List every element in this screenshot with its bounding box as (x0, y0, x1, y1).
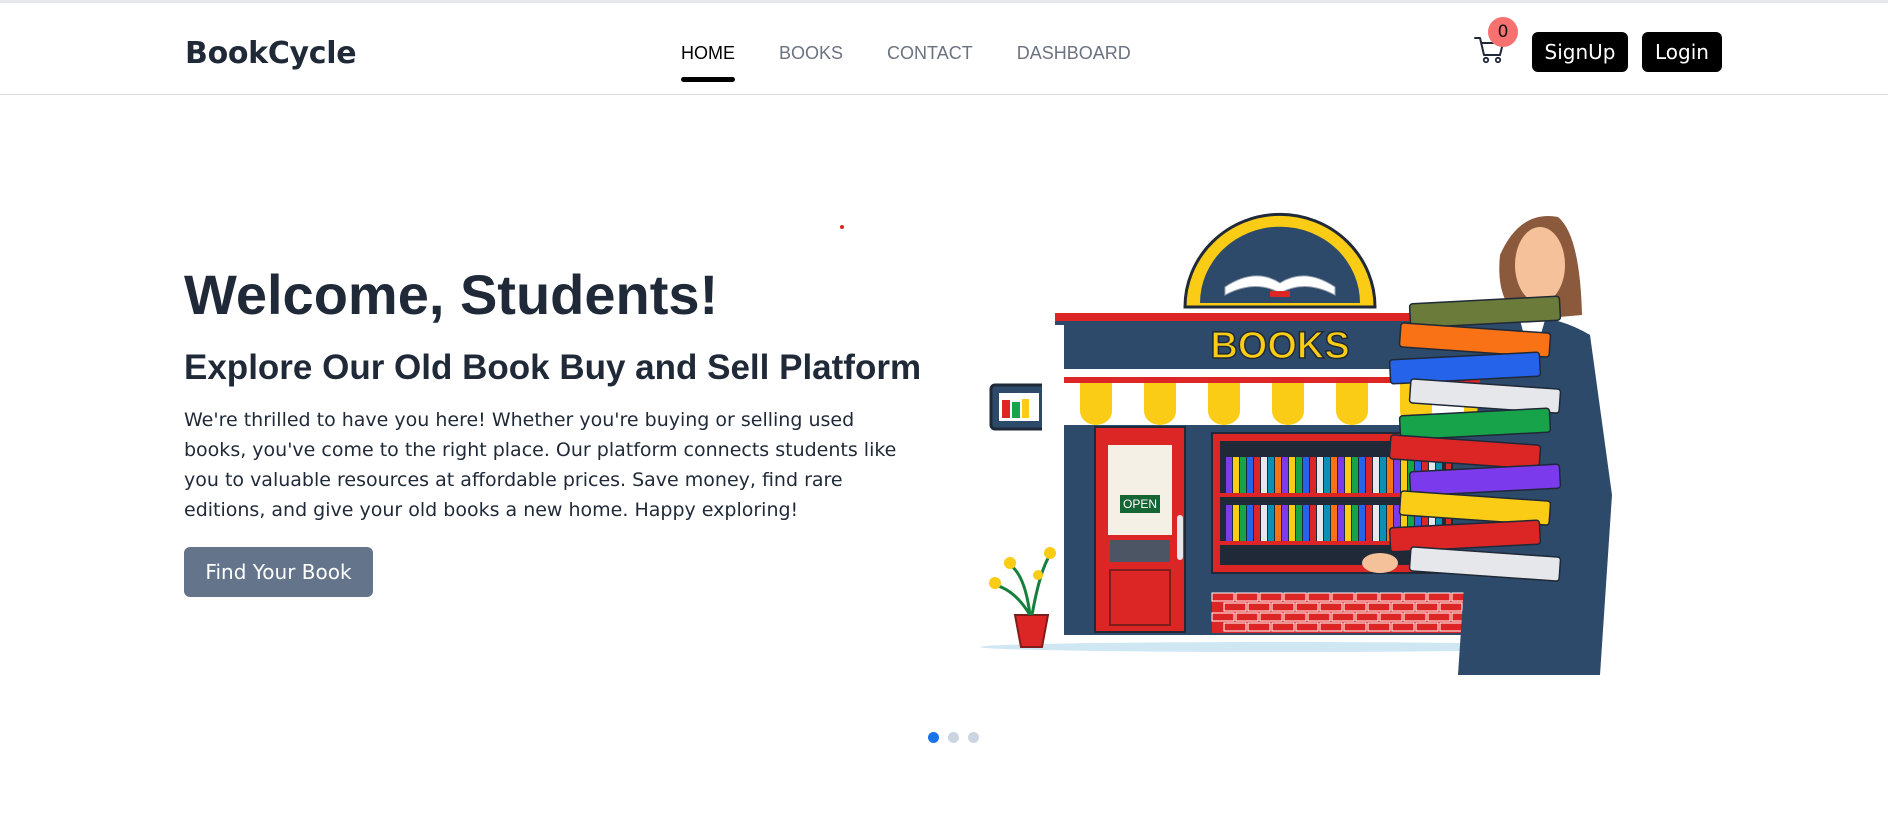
brand-logo[interactable]: BookCycle (185, 36, 357, 71)
hero-title: Welcome, Students! (184, 263, 719, 326)
decorative-dot (840, 225, 844, 229)
nav-contact[interactable]: CONTACT (887, 43, 973, 64)
nav-home[interactable]: HOME (681, 43, 735, 82)
find-book-button[interactable]: Find Your Book (184, 547, 373, 597)
nav-dashboard[interactable]: DASHBOARD (1017, 43, 1131, 64)
cart-count-badge: 0 (1488, 17, 1518, 47)
carousel-dot-1[interactable] (928, 732, 939, 743)
bookstore-illustration: BOOKS OPEN (980, 195, 1710, 675)
carousel-indicators (928, 732, 988, 743)
login-button[interactable]: Login (1642, 32, 1722, 72)
carousel-dot-2[interactable] (948, 732, 959, 743)
main-nav: HOME BOOKS CONTACT DASHBOARD (681, 43, 1175, 82)
signup-button[interactable]: SignUp (1532, 32, 1628, 72)
nav-books[interactable]: BOOKS (779, 43, 843, 64)
carousel-dot-3[interactable] (968, 732, 979, 743)
hero-subtitle: Explore Our Old Book Buy and Sell Platfo… (184, 348, 922, 387)
illustration-sign-text: BOOKS (1210, 325, 1349, 367)
illustration-door-sign: OPEN (1123, 497, 1157, 511)
hero-description: We're thrilled to have you here! Whether… (184, 409, 897, 521)
